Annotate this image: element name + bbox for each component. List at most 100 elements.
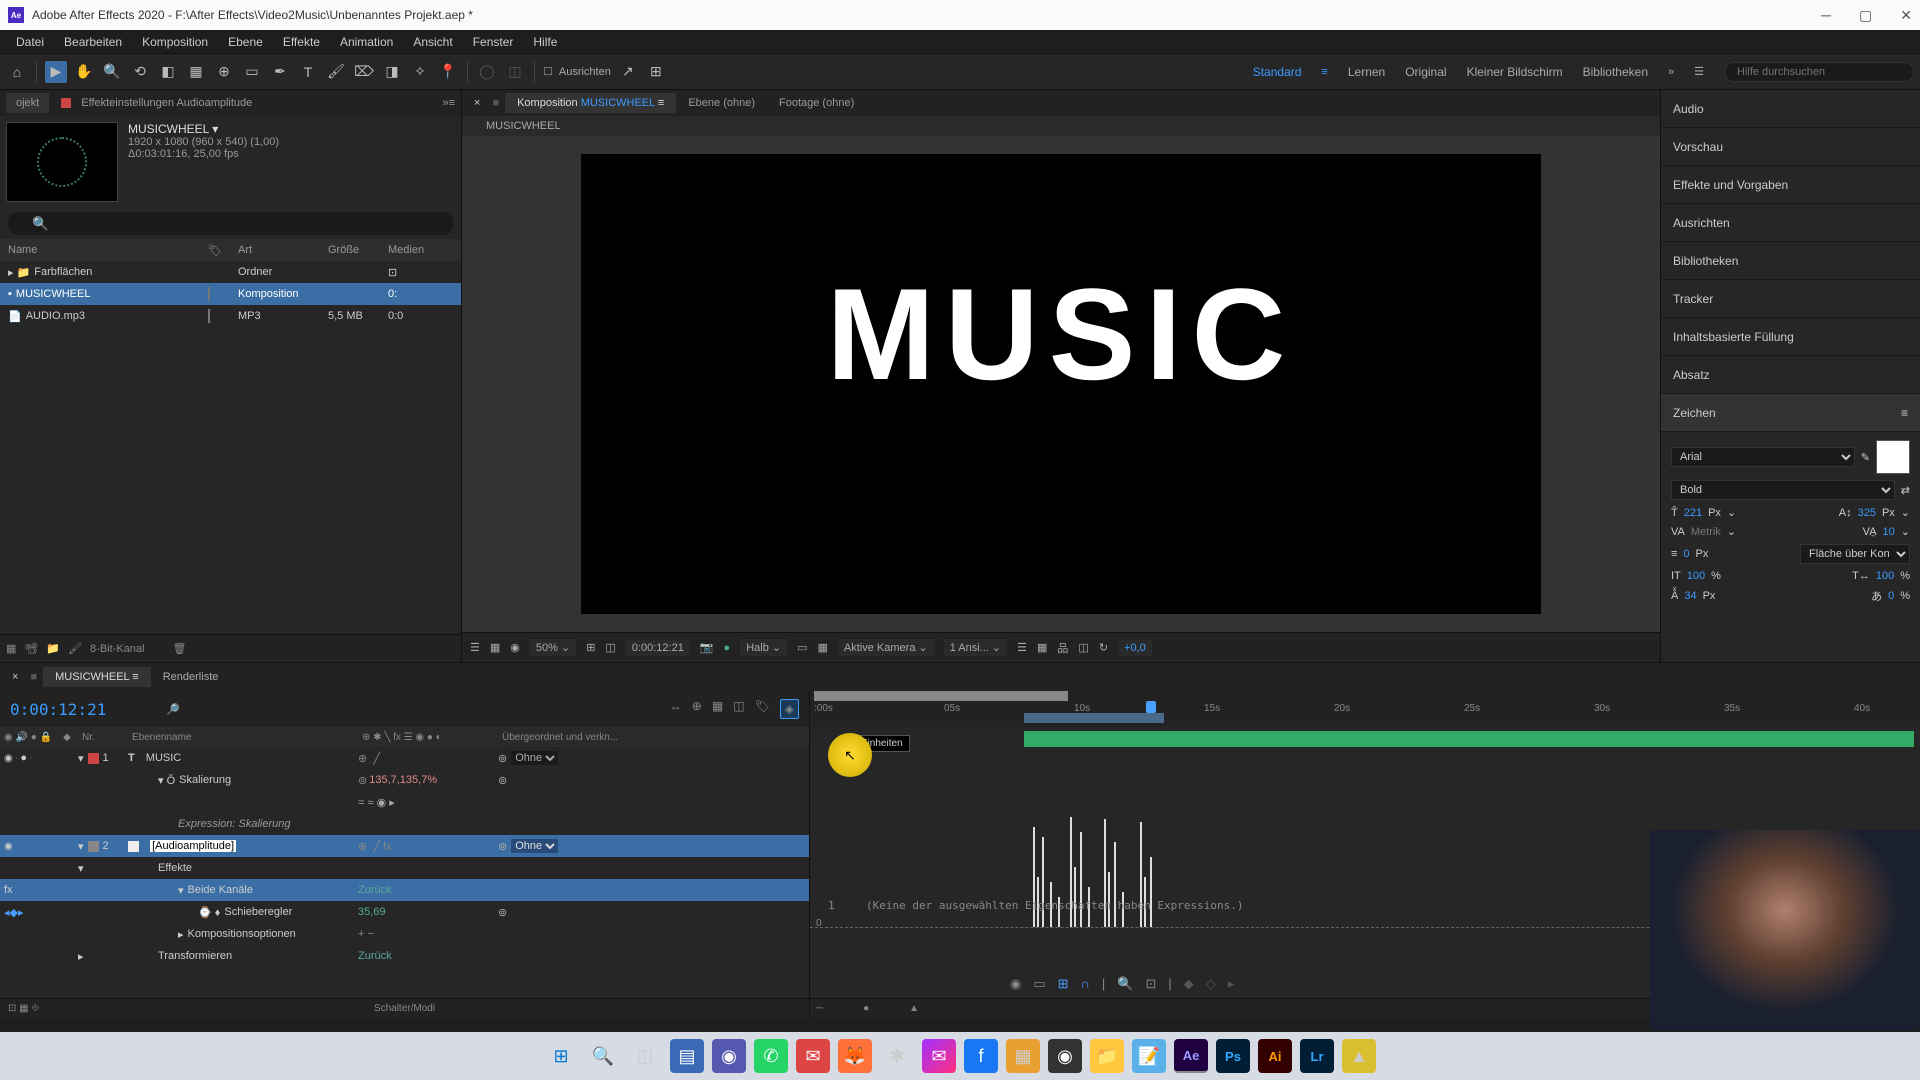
interpret-icon[interactable]: ▦ [6,642,16,655]
tab-footage[interactable]: Footage (ohne) [767,93,866,113]
help-search[interactable] [1724,62,1914,82]
leading-input[interactable]: 325 [1858,507,1876,519]
kerning-select[interactable]: Metrik [1691,526,1721,538]
taskbar-files[interactable]: 📁 [1090,1039,1124,1073]
res-select[interactable]: Halb ⌄ [740,639,787,656]
text-tool[interactable]: T [297,61,319,83]
camera-tool[interactable]: ▦ [185,61,207,83]
tl-tab-comp[interactable]: MUSICWHEEL ≡ [43,667,151,687]
adjust-icon[interactable]: 🖌 [68,642,82,655]
camera-select[interactable]: Aktive Kamera ⌄ [838,639,934,656]
layer-2-compopt[interactable]: ▸ Kompositionsoptionen + − [0,923,809,945]
col-tag[interactable]: 🏷 [208,244,238,257]
tab-effect-controls[interactable]: Effekteinstellungen Audioamplitude [71,93,262,113]
comp-path[interactable]: MUSICWHEEL [462,116,1660,136]
taskbar-facebook[interactable]: f [964,1039,998,1073]
gt-snap[interactable]: ∩ [1081,976,1090,992]
maximize-button[interactable]: ▢ [1859,7,1872,24]
exposure[interactable]: +0,0 [1118,640,1152,656]
zoom-in-icon[interactable]: ▲ [909,1003,919,1014]
gt-zoom[interactable]: 🔍 [1117,976,1133,992]
layer-bar-1[interactable] [1024,731,1914,747]
taskbar-taskview[interactable]: ◫ [628,1039,662,1073]
menu-fenster[interactable]: Fenster [463,32,524,52]
panel-opts-icon[interactable]: ≡ [449,97,455,109]
gt-grid[interactable]: ⊞ [1058,976,1069,992]
panel-vorschau[interactable]: Vorschau [1661,128,1920,166]
workspace-standard[interactable]: Standard [1253,65,1302,79]
project-item-farbflaechen[interactable]: ▸ 📁 Farbflächen Ordner ⊡ [0,261,461,283]
baseline-input[interactable]: 34 [1684,590,1696,602]
font-size-input[interactable]: 221 [1684,507,1702,519]
taskbar-obs[interactable]: ◉ [1048,1039,1082,1073]
gt-eye[interactable]: ◉ [1010,976,1021,992]
time-ruler[interactable]: :00s 05s 10s 15s 20s 25s 30s 35s 40s [810,691,1920,727]
brush-tool[interactable]: 🖌 [325,61,347,83]
project-item-audio[interactable]: 📄 AUDIO.mp3 MP3 5,5 MB 0:0 [0,305,461,327]
menu-komposition[interactable]: Komposition [132,32,218,52]
layer-2-transform[interactable]: ▸ Transformieren Zurück [0,945,809,967]
tl-i4[interactable]: ◫ [733,699,744,719]
new-folder-icon[interactable]: 📁 [46,642,60,655]
taskbar-whatsapp[interactable]: ✆ [754,1039,788,1073]
vf-mask-icon[interactable]: ◉ [510,641,520,654]
panel-fuellung[interactable]: Inhaltsbasierte Füllung [1661,318,1920,356]
taskbar-app2[interactable]: ▦ [1006,1039,1040,1073]
zoom-out-icon[interactable]: ─ [816,1003,823,1014]
col-name[interactable]: Name [8,244,208,256]
menu-animation[interactable]: Animation [330,32,403,52]
vf-trans-icon[interactable]: ▦ [818,641,828,654]
workspace-bib[interactable]: Bibliotheken [1583,65,1648,79]
tsume-input[interactable]: 0 [1888,590,1894,602]
stroke-swap-icon[interactable]: ⇄ [1901,484,1910,497]
menu-bearbeiten[interactable]: Bearbeiten [54,32,132,52]
tl-i1[interactable]: ↔ [670,699,682,719]
roto-tool[interactable]: ✧ [409,61,431,83]
layer-2-effects[interactable]: ▾ Effekte [0,857,809,879]
zoom-select[interactable]: 50% ⌄ [530,639,576,656]
zoom-tool[interactable]: 🔍 [101,61,123,83]
col-groesse[interactable]: Größe [328,244,388,256]
views-select[interactable]: 1 Ansi... ⌄ [944,639,1007,656]
work-area-bar[interactable] [1024,713,1164,723]
vf-roi-icon[interactable]: ▭ [797,641,807,654]
tl-i3[interactable]: ▦ [712,699,723,719]
menu-ansicht[interactable]: Ansicht [403,32,462,52]
layer-1[interactable]: ·●· ▾ 1 T MUSIC ⊕ ╱ ⊚ Ohne [0,747,809,769]
panel-zeichen[interactable]: Zeichen≡ [1661,394,1920,432]
comp-thumbnail[interactable] [6,122,118,202]
taskbar-ae[interactable]: Ae [1174,1039,1208,1073]
project-search[interactable] [8,212,453,235]
tl-tab-render[interactable]: Renderliste [151,667,231,687]
taskbar-start[interactable]: ⊞ [544,1039,578,1073]
vf-x2-icon[interactable]: ▦ [1037,641,1047,654]
layer-2-slider[interactable]: ◂◆▸ ⌚ ♦ Schieberegler 35,69 ⊚ [0,901,809,923]
taskbar-firefox[interactable]: 🦊 [838,1039,872,1073]
menu-effekte[interactable]: Effekte [273,32,330,52]
col-medien[interactable]: Medien [388,244,438,256]
vf-x4-icon[interactable]: ◫ [1078,641,1088,654]
layer-1-expr-icons[interactable]: = ≈ ◉ ▸ [0,791,809,813]
taskbar-search[interactable]: 🔍 [586,1039,620,1073]
taskbar-explorer[interactable]: ▤ [670,1039,704,1073]
playhead[interactable] [1146,701,1156,713]
tracking-input[interactable]: 10 [1883,526,1895,538]
close-button[interactable]: ✕ [1900,7,1912,24]
stroke-width-input[interactable]: 0 [1683,548,1689,560]
menu-datei[interactable]: Datei [6,32,54,52]
tl-x-icon[interactable]: × [6,671,24,683]
rotate-tool[interactable]: ◧ [157,61,179,83]
snap-opts[interactable]: ⊞ [645,61,667,83]
tl-sq-icon[interactable]: ■ [24,671,43,683]
taskbar-teams[interactable]: ◉ [712,1039,746,1073]
minimize-button[interactable]: ─ [1821,7,1831,24]
rect-tool[interactable]: ▭ [241,61,263,83]
comp-name-label[interactable]: MUSICWHEEL ▾ [128,122,279,136]
taskbar-app3[interactable]: ▲ [1342,1039,1376,1073]
puppet-tool[interactable]: 📍 [437,61,459,83]
gt-box[interactable]: ▭ [1033,976,1045,992]
orbit-tool[interactable]: ⟲ [129,61,151,83]
panel-effekte[interactable]: Effekte und Vorgaben [1661,166,1920,204]
gt-k2[interactable]: ◇ [1206,976,1216,992]
gt-fit[interactable]: ⊡ [1145,976,1156,992]
